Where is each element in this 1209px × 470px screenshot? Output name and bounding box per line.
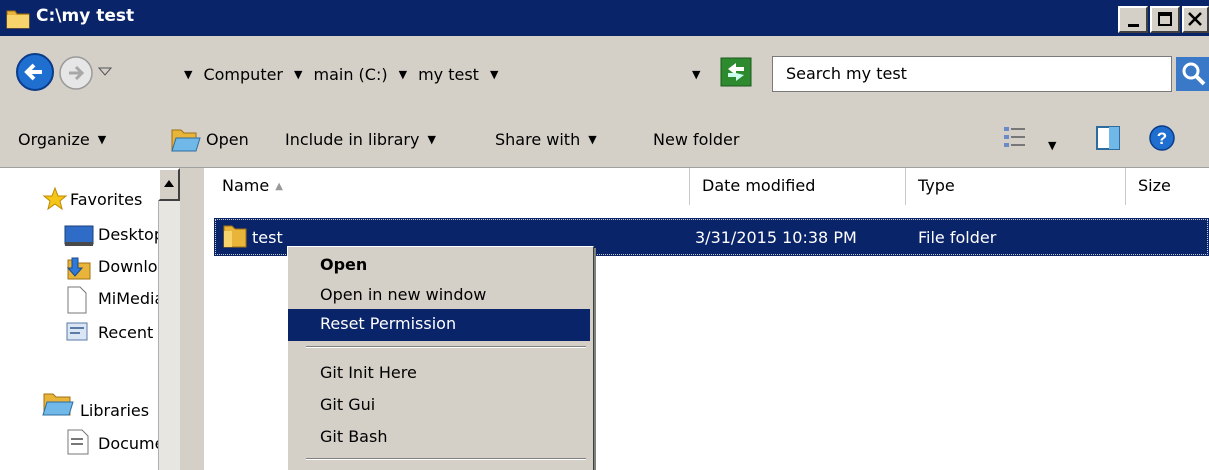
menu-item-open-new-window[interactable]: Open in new window <box>288 280 590 312</box>
nav-favorites[interactable]: Favorites <box>70 190 142 209</box>
column-header-type[interactable]: Type <box>906 168 1126 205</box>
menu-item-git-gui[interactable]: Git Gui <box>288 390 590 422</box>
close-button[interactable] <box>1182 6 1209 33</box>
chevron-right-icon[interactable]: ▼ <box>184 68 192 81</box>
downloads-icon <box>66 257 91 280</box>
breadcrumb-drive[interactable]: main (C:) <box>313 65 387 84</box>
open-button[interactable]: Open <box>206 130 249 149</box>
chevron-down-icon: ▼ <box>97 133 107 146</box>
window-title: C:\my test <box>36 6 135 26</box>
navigation-pane: Favorites Desktop Downloads MiMedia Rece… <box>0 168 180 470</box>
libraries-icon <box>42 393 74 416</box>
documents-icon <box>67 429 89 455</box>
minimize-icon <box>1128 24 1139 27</box>
forward-button[interactable] <box>58 55 94 91</box>
open-folder-icon <box>171 129 201 152</box>
pane-splitter[interactable] <box>180 168 204 470</box>
views-chevron-down-icon[interactable]: ▼ <box>1048 139 1056 152</box>
chevron-down-icon: ▼ <box>588 133 597 146</box>
menu-separator <box>306 458 586 460</box>
svg-text:?: ? <box>1157 129 1167 148</box>
column-header-size[interactable]: Size <box>1126 168 1209 205</box>
breadcrumb-computer[interactable]: Computer <box>203 65 283 84</box>
triangle-up-icon <box>164 180 174 187</box>
new-folder-button[interactable]: New folder <box>653 130 739 149</box>
file-date-modified: 3/31/2015 10:38 PM <box>695 228 857 247</box>
nav-libraries[interactable]: Libraries <box>80 401 149 420</box>
document-icon <box>67 286 87 314</box>
recent-places-icon <box>66 322 88 341</box>
chevron-right-icon[interactable]: ▼ <box>399 68 407 81</box>
nav-desktop[interactable]: Desktop <box>98 225 164 244</box>
title-bar[interactable] <box>0 0 1209 36</box>
sort-ascending-icon: ▲ <box>275 181 283 192</box>
maximize-icon <box>1158 12 1172 26</box>
chevron-right-icon[interactable]: ▼ <box>490 68 498 81</box>
recent-pages-chevron-icon[interactable] <box>98 67 112 77</box>
navigation-scrollbar[interactable] <box>158 168 180 470</box>
back-button[interactable] <box>15 52 55 92</box>
chevron-right-icon[interactable]: ▼ <box>294 68 302 81</box>
file-type: File folder <box>918 228 997 247</box>
close-icon <box>1188 12 1202 26</box>
help-icon[interactable]: ? <box>1148 124 1176 152</box>
file-name[interactable]: test <box>252 228 283 247</box>
column-header-date-modified[interactable]: Date modified <box>690 168 906 205</box>
preview-pane-icon[interactable] <box>1095 125 1121 151</box>
menu-item-reset-permission[interactable]: Reset Permission <box>288 309 590 341</box>
organize-menu[interactable]: Organize ▼ <box>18 130 106 149</box>
views-icon[interactable] <box>1002 124 1028 152</box>
breadcrumb-folder[interactable]: my test <box>418 65 479 84</box>
share-with-label: Share with <box>495 130 581 149</box>
share-with-menu[interactable]: Share with ▼ <box>495 130 597 149</box>
folder-icon <box>223 225 247 248</box>
menu-item-git-bash[interactable]: Git Bash <box>288 422 590 454</box>
scroll-up-button[interactable] <box>158 168 180 201</box>
address-history-chevron-icon[interactable]: ▼ <box>692 68 700 81</box>
organize-label: Organize <box>18 130 90 149</box>
search-input[interactable]: Search my test <box>772 56 1172 92</box>
chevron-down-icon: ▼ <box>427 133 436 146</box>
breadcrumb[interactable]: ▼ Computer ▼ main (C:) ▼ my test ▼ <box>144 56 716 92</box>
refresh-button[interactable] <box>720 57 752 87</box>
include-in-library-menu[interactable]: Include in library ▼ <box>285 130 436 149</box>
favorites-star-icon <box>42 186 68 211</box>
menu-item-open[interactable]: Open <box>288 250 590 282</box>
menu-separator <box>306 346 586 348</box>
folder-icon <box>6 10 30 29</box>
search-button[interactable] <box>1176 57 1209 91</box>
column-name-label: Name <box>222 176 270 195</box>
minimize-button[interactable] <box>1118 6 1148 33</box>
include-in-library-label: Include in library <box>285 130 420 149</box>
nav-mimedia[interactable]: MiMedia <box>98 289 164 308</box>
desktop-icon <box>64 225 94 246</box>
menu-item-git-init-here[interactable]: Git Init Here <box>288 358 590 390</box>
maximize-button[interactable] <box>1150 6 1180 33</box>
column-header-name[interactable]: Name ▲ <box>210 168 690 205</box>
